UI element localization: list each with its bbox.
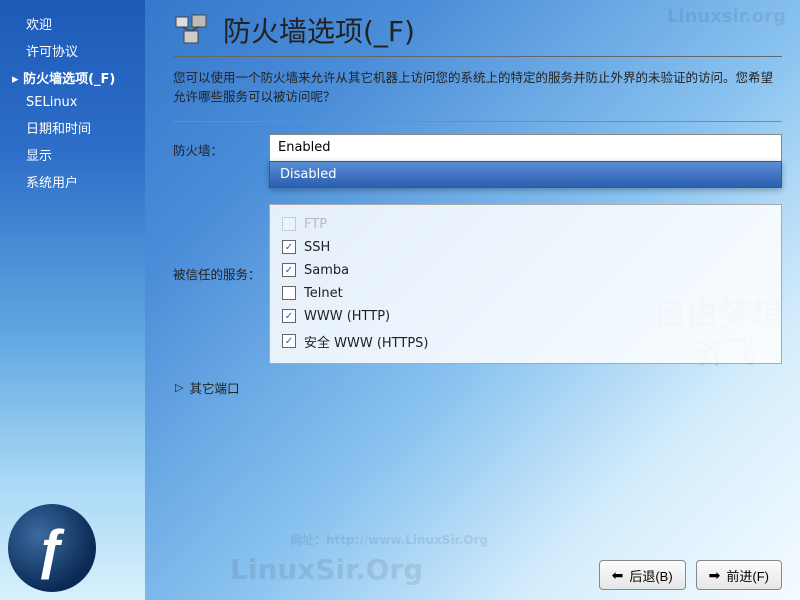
firewall-icon xyxy=(173,12,209,48)
checkbox-icon[interactable] xyxy=(282,334,296,348)
service-item-ftp[interactable]: FTP xyxy=(280,213,771,236)
back-label: 后退(B) xyxy=(629,566,672,585)
sidebar-item-welcome[interactable]: 欢迎 xyxy=(12,10,133,37)
services-row: 被信任的服务： FTP SSH Samba Telnet xyxy=(173,204,782,364)
service-label: Samba xyxy=(304,263,349,278)
service-item-http[interactable]: WWW (HTTP) xyxy=(280,305,771,328)
service-label: 安全 WWW (HTTPS) xyxy=(304,332,429,351)
main-content: 防火墙选项(_F) 您可以使用一个防火墙来允许从其它机器上访问您的系统上的特定的… xyxy=(145,0,800,600)
services-label: 被信任的服务： xyxy=(173,204,269,283)
firewall-label: 防火墙： xyxy=(173,134,269,159)
firewall-option-disabled[interactable]: Disabled xyxy=(270,162,781,187)
checkbox-icon[interactable] xyxy=(282,309,296,323)
arrow-left-icon: ⬅ xyxy=(612,567,624,584)
wizard-footer: ⬅ 后退(B) ➡ 前进(F) xyxy=(599,560,782,590)
sidebar-item-selinux[interactable]: SELinux xyxy=(12,91,133,114)
service-item-ssh[interactable]: SSH xyxy=(280,236,771,259)
firewall-dropdown-list: Disabled xyxy=(269,161,782,188)
expander-label: 其它端口 xyxy=(189,378,239,397)
page-title: 防火墙选项(_F) xyxy=(223,10,415,50)
service-label: WWW (HTTP) xyxy=(304,309,390,324)
fedora-f-icon: ƒ xyxy=(36,516,67,581)
forward-label: 前进(F) xyxy=(726,566,769,585)
trusted-services-list: FTP SSH Samba Telnet WWW (HTTP) xyxy=(269,204,782,364)
firewall-row: 防火墙： Enabled Disabled xyxy=(173,134,782,162)
service-label: Telnet xyxy=(304,286,343,301)
service-item-samba[interactable]: Samba xyxy=(280,259,771,282)
firewall-selected-value: Enabled xyxy=(278,140,331,155)
arrow-right-icon: ➡ xyxy=(709,567,721,584)
sidebar-item-firewall[interactable]: 防火墙选项(_F) xyxy=(12,64,133,91)
service-label: FTP xyxy=(304,217,327,232)
page-header: 防火墙选项(_F) xyxy=(173,10,782,57)
page-description: 您可以使用一个防火墙来允许从其它机器上访问您的系统上的特定的服务并防止外界的未验… xyxy=(173,69,782,107)
sidebar-item-license[interactable]: 许可协议 xyxy=(12,37,133,64)
service-item-telnet[interactable]: Telnet xyxy=(280,282,771,305)
checkbox-icon[interactable] xyxy=(282,240,296,254)
sidebar-item-systemuser[interactable]: 系统用户 xyxy=(12,168,133,195)
checkbox-icon[interactable] xyxy=(282,217,296,231)
back-button[interactable]: ⬅ 后退(B) xyxy=(599,560,686,590)
forward-button[interactable]: ➡ 前进(F) xyxy=(696,560,782,590)
firewall-dropdown[interactable]: Enabled xyxy=(269,134,782,162)
service-label: SSH xyxy=(304,240,330,255)
sidebar-item-datetime[interactable]: 日期和时间 xyxy=(12,114,133,141)
checkbox-icon[interactable] xyxy=(282,263,296,277)
other-ports-expander[interactable]: ▷ 其它端口 xyxy=(175,378,782,397)
checkbox-icon[interactable] xyxy=(282,286,296,300)
chevron-right-icon: ▷ xyxy=(175,381,183,394)
service-item-https[interactable]: 安全 WWW (HTTPS) xyxy=(280,328,771,355)
fedora-logo: ƒ xyxy=(8,504,96,592)
sidebar-item-display[interactable]: 显示 xyxy=(12,141,133,168)
